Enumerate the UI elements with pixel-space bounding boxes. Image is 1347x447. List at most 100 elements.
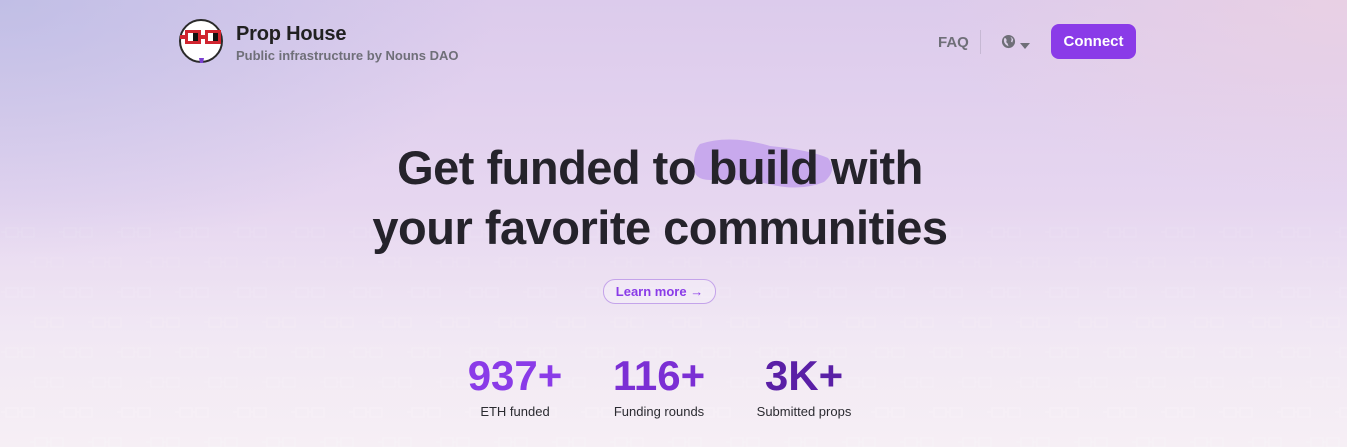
- pattern-glasses-icon: [262, 377, 296, 388]
- pattern-glasses-icon: [1103, 227, 1137, 238]
- pattern-glasses-icon: [1248, 437, 1282, 447]
- nouns-glasses-logo-icon[interactable]: [178, 18, 224, 64]
- pattern-glasses-icon: [1016, 437, 1050, 447]
- pattern-glasses-icon: [59, 407, 93, 418]
- pattern-glasses-icon: [175, 287, 209, 298]
- pattern-glasses-icon: [1016, 377, 1050, 388]
- pattern-glasses-icon: [1074, 437, 1108, 447]
- pattern-glasses-icon: [407, 347, 441, 358]
- learn-more-button[interactable]: Learn more →: [603, 279, 716, 304]
- nav-divider: [980, 30, 981, 54]
- pattern-glasses-icon: [900, 257, 934, 268]
- hero-line2: your favorite communities: [372, 201, 948, 254]
- pattern-glasses-icon: [1219, 227, 1253, 238]
- pattern-glasses-icon: [291, 287, 325, 298]
- pattern-glasses-icon: [1161, 347, 1195, 358]
- pattern-glasses-icon: [958, 257, 992, 268]
- pattern-glasses-icon: [668, 317, 702, 328]
- pattern-glasses-icon: [842, 317, 876, 328]
- pattern-glasses-icon: [1132, 437, 1166, 447]
- hero-highlight-word: build: [708, 141, 819, 194]
- pattern-glasses-icon: [987, 407, 1021, 418]
- pattern-glasses-icon: [146, 437, 180, 447]
- pattern-glasses-icon: [378, 377, 412, 388]
- nav-faq-link[interactable]: FAQ: [938, 34, 969, 51]
- pattern-glasses-icon: [958, 317, 992, 328]
- pattern-glasses-icon: [1219, 347, 1253, 358]
- pattern-glasses-icon: [349, 287, 383, 298]
- header: Prop House Public infrastructure by Noun…: [0, 0, 1347, 90]
- pattern-glasses-icon: [233, 407, 267, 418]
- pattern-glasses-icon: [1335, 347, 1347, 358]
- pattern-glasses-icon: [552, 437, 586, 447]
- pattern-glasses-icon: [784, 437, 818, 447]
- pattern-glasses-icon: [1306, 317, 1340, 328]
- stat-funding-rounds: 116+ Funding rounds: [598, 352, 720, 419]
- pattern-glasses-icon: [987, 287, 1021, 298]
- pattern-glasses-icon: [88, 437, 122, 447]
- pattern-glasses-icon: [146, 317, 180, 328]
- pattern-glasses-icon: [1306, 377, 1340, 388]
- pattern-glasses-icon: [958, 437, 992, 447]
- pattern-glasses-icon: [465, 287, 499, 298]
- pattern-glasses-icon: [726, 437, 760, 447]
- pattern-glasses-icon: [291, 347, 325, 358]
- pattern-glasses-icon: [929, 347, 963, 358]
- pattern-glasses-icon: [1045, 407, 1079, 418]
- pattern-glasses-icon: [1219, 407, 1253, 418]
- pattern-glasses-icon: [610, 317, 644, 328]
- pattern-glasses-icon: [1335, 287, 1347, 298]
- pattern-glasses-icon: [755, 287, 789, 298]
- pattern-glasses-icon: [900, 437, 934, 447]
- pattern-glasses-icon: [1, 287, 35, 298]
- pattern-glasses-icon: [1277, 287, 1311, 298]
- pattern-glasses-icon: [1161, 227, 1195, 238]
- pattern-glasses-icon: [30, 317, 64, 328]
- pattern-glasses-icon: [30, 377, 64, 388]
- language-selector[interactable]: [1001, 34, 1033, 51]
- pattern-glasses-icon: [349, 347, 383, 358]
- pattern-glasses-icon: [929, 287, 963, 298]
- pattern-glasses-icon: [436, 317, 470, 328]
- pattern-glasses-icon: [1074, 257, 1108, 268]
- pattern-glasses-icon: [1103, 407, 1137, 418]
- hero-line1-start: Get funded to: [397, 141, 709, 194]
- pattern-glasses-icon: [610, 257, 644, 268]
- pattern-glasses-icon: [1103, 347, 1137, 358]
- pattern-glasses-icon: [494, 437, 528, 447]
- pattern-glasses-icon: [146, 377, 180, 388]
- pattern-glasses-icon: [726, 257, 760, 268]
- connect-button[interactable]: Connect: [1051, 24, 1136, 59]
- pattern-glasses-icon: [320, 377, 354, 388]
- pattern-glasses-icon: [987, 347, 1021, 358]
- pattern-glasses-icon: [1161, 287, 1195, 298]
- pattern-glasses-icon: [523, 287, 557, 298]
- pattern-glasses-icon: [958, 377, 992, 388]
- pattern-glasses-icon: [900, 377, 934, 388]
- pattern-glasses-icon: [1103, 287, 1137, 298]
- pattern-glasses-icon: [175, 347, 209, 358]
- pattern-glasses-icon: [610, 437, 644, 447]
- pattern-glasses-icon: [726, 317, 760, 328]
- brand-subtitle: Public infrastructure by Nouns DAO: [236, 48, 459, 63]
- pattern-glasses-icon: [204, 377, 238, 388]
- brand-title[interactable]: Prop House: [236, 23, 346, 46]
- pattern-glasses-icon: [1132, 317, 1166, 328]
- pattern-glasses-icon: [320, 317, 354, 328]
- pattern-glasses-icon: [668, 257, 702, 268]
- pattern-glasses-icon: [1277, 347, 1311, 358]
- pattern-glasses-icon: [407, 287, 441, 298]
- pattern-glasses-icon: [813, 287, 847, 298]
- pattern-glasses-icon: [175, 407, 209, 418]
- pattern-glasses-icon: [204, 317, 238, 328]
- pattern-glasses-icon: [1306, 437, 1340, 447]
- pattern-glasses-icon: [552, 257, 586, 268]
- stat-eth-funded: 937+ ETH funded: [455, 352, 575, 419]
- pattern-glasses-icon: [1306, 257, 1340, 268]
- pattern-glasses-icon: [349, 407, 383, 418]
- pattern-glasses-icon: [233, 347, 267, 358]
- stat-label: Funding rounds: [613, 404, 705, 419]
- pattern-glasses-icon: [1190, 437, 1224, 447]
- pattern-glasses-icon: [784, 317, 818, 328]
- hero-line1-end: with: [818, 141, 923, 194]
